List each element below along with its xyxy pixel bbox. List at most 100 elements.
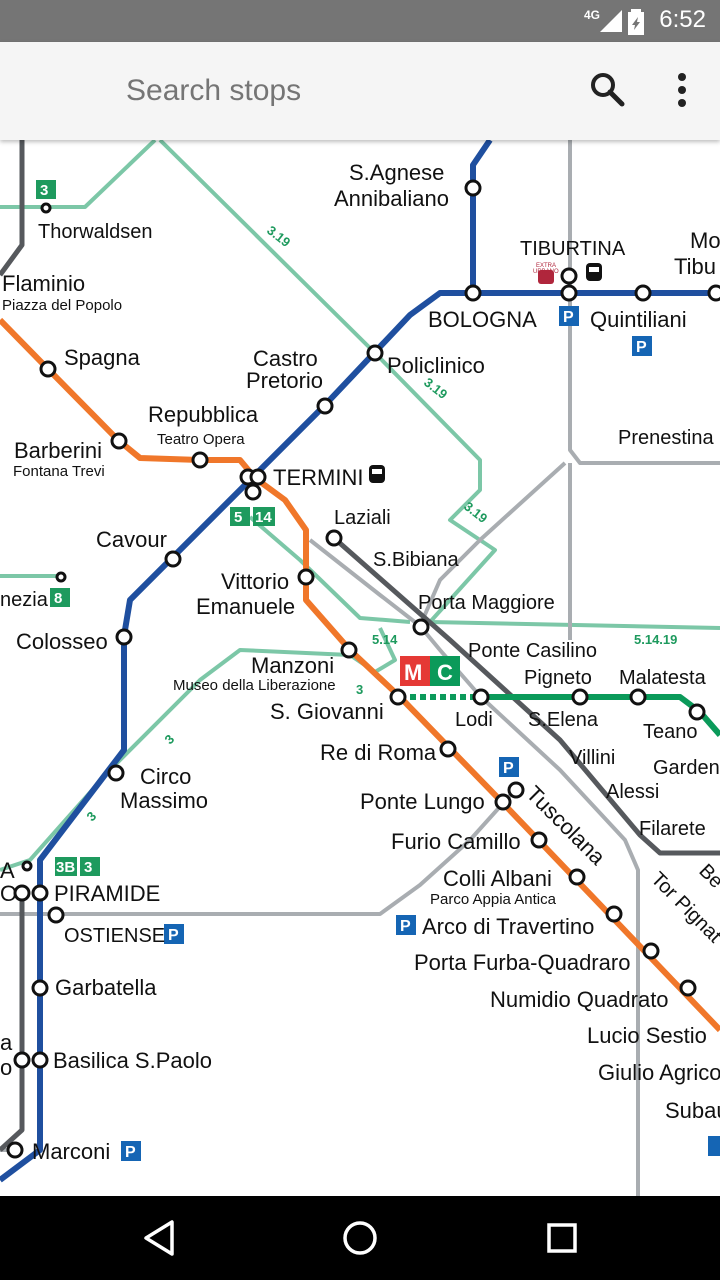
station-label: Thorwaldsen — [38, 221, 153, 243]
station-label: Spagna — [64, 345, 141, 370]
station-label: nezia — [0, 589, 49, 611]
station-label: Vittorio — [221, 569, 289, 594]
station-label: Barberini — [14, 438, 102, 463]
station-label: Porta Maggiore — [418, 592, 555, 614]
overflow-menu-icon[interactable] — [668, 70, 696, 110]
station-label: Fontana Trevi — [13, 463, 105, 480]
parking-icon: P — [400, 918, 411, 935]
station-label: TERMINI — [273, 465, 363, 490]
tram-badge: 3 — [40, 182, 48, 199]
station-label: Villini — [569, 747, 615, 769]
station-label: Piazza del Popolo — [2, 297, 122, 314]
station-label: Gardeni — [653, 757, 720, 779]
parking-icon: P — [168, 927, 179, 944]
station-label: Teano — [643, 721, 698, 743]
network-type: 4G — [583, 8, 600, 22]
station-label: S.Elena — [528, 709, 599, 731]
parking-icon: P — [636, 339, 647, 356]
transit-map[interactable]: 3 5 14 3B 3 8 P P P P P P M C 3.19 3.19 … — [0, 140, 720, 1196]
map-canvas[interactable]: 3 5 14 3B 3 8 P P P P P P M C 3.19 3.19 … — [0, 140, 720, 1196]
station-label: a — [0, 1030, 13, 1055]
back-triangle-icon[interactable] — [138, 1216, 182, 1260]
station-label: Tuscolana — [521, 781, 610, 870]
station-label: Ponte Lungo — [360, 789, 485, 814]
station-label: Filarete — [639, 818, 706, 840]
station-label: Re di Roma — [320, 740, 437, 765]
station-label: Laziali — [334, 507, 391, 529]
search-bar[interactable]: Search stops — [0, 42, 720, 140]
metro-line-c-logo: C — [437, 660, 453, 685]
metro-line-a — [0, 317, 720, 1033]
parking-icon: P — [125, 1144, 136, 1161]
station-label: Massimo — [120, 788, 208, 813]
station-label: Flaminio — [2, 271, 85, 296]
tram-label: 3.19 — [421, 375, 450, 402]
tram-badge: 8 — [54, 590, 62, 607]
station-label: Policlinico — [387, 353, 485, 378]
station-label: S. Giovanni — [270, 699, 384, 724]
station-label: Cavour — [96, 527, 167, 552]
battery-icon — [628, 9, 644, 35]
station-label: Alessi — [606, 781, 659, 803]
station-label: Lucio Sestio — [587, 1023, 707, 1048]
station-label: BOLOGNA — [428, 307, 537, 332]
station-label: Ponte Casilino — [468, 640, 597, 662]
station-label: Annibaliano — [334, 186, 449, 211]
station-label: Basilica S.Paolo — [53, 1048, 212, 1073]
station-label: Porta Furba-Quadraro — [414, 950, 630, 975]
station-label: Repubblica — [148, 402, 259, 427]
station-label: Mo — [690, 228, 720, 253]
parking-icon: P — [503, 760, 514, 777]
station-label: URBANO — [533, 269, 559, 275]
station-label: Teatro Opera — [157, 431, 245, 448]
search-input[interactable]: Search stops — [126, 74, 301, 108]
station-label: Prenestina — [618, 427, 714, 449]
station-label: S.Agnese — [349, 160, 444, 185]
station-label: Colosseo — [16, 629, 108, 654]
recents-square-icon[interactable] — [540, 1216, 584, 1260]
station-label: Colli Albani — [443, 866, 552, 891]
system-nav-bar — [0, 1196, 720, 1280]
search-icon[interactable] — [588, 70, 628, 110]
home-circle-icon[interactable] — [338, 1216, 382, 1260]
station-label: Museo della Liberazione — [173, 677, 336, 694]
tram-badge: 3B — [56, 859, 75, 876]
station-label: Pigneto — [524, 667, 592, 689]
station-label: Arco di Travertino — [422, 914, 594, 939]
station-label: TIBURTINA — [520, 238, 626, 260]
signal-icon — [600, 10, 622, 32]
tram-label: 3 — [162, 731, 178, 747]
station-label: Marconi — [32, 1139, 110, 1164]
station-label: Be — [694, 860, 720, 893]
tram-label: 3 — [356, 682, 363, 697]
metro-logo: M — [404, 660, 422, 685]
tram-badge: 3 — [84, 859, 92, 876]
station-label: Giulio Agrico — [598, 1060, 720, 1085]
station-label: A — [0, 858, 15, 883]
station-label: Lodi — [455, 709, 493, 731]
station-label: Malatesta — [619, 667, 707, 689]
station-label: Quintiliani — [590, 307, 687, 332]
station-label: Pretorio — [246, 368, 323, 393]
station-label: o — [0, 1055, 12, 1080]
tram-badge: 5 — [234, 509, 242, 526]
status-bar: 4G 6:52 — [0, 0, 720, 42]
station-label: OSTIENSE — [64, 925, 165, 947]
parking-icon: P — [563, 309, 574, 326]
station-label: Tibu — [674, 254, 716, 279]
tram-label: 3 — [84, 808, 100, 824]
train-icon — [586, 263, 602, 281]
clock: 6:52 — [659, 6, 706, 33]
station-label: O — [0, 881, 17, 906]
station-label: Parco Appia Antica — [430, 891, 557, 908]
station-label: Emanuele — [196, 594, 295, 619]
train-icon — [369, 465, 385, 483]
station-label: Numidio Quadrato — [490, 987, 669, 1012]
station-label: PIRAMIDE — [54, 881, 160, 906]
station-label: Garbatella — [55, 975, 157, 1000]
station-label: Manzoni — [251, 653, 334, 678]
station-label: Circo — [140, 764, 191, 789]
station-label: Subau — [665, 1098, 720, 1123]
tram-label: 5.14.19 — [634, 632, 677, 647]
tram-label: 5.14 — [372, 632, 398, 647]
